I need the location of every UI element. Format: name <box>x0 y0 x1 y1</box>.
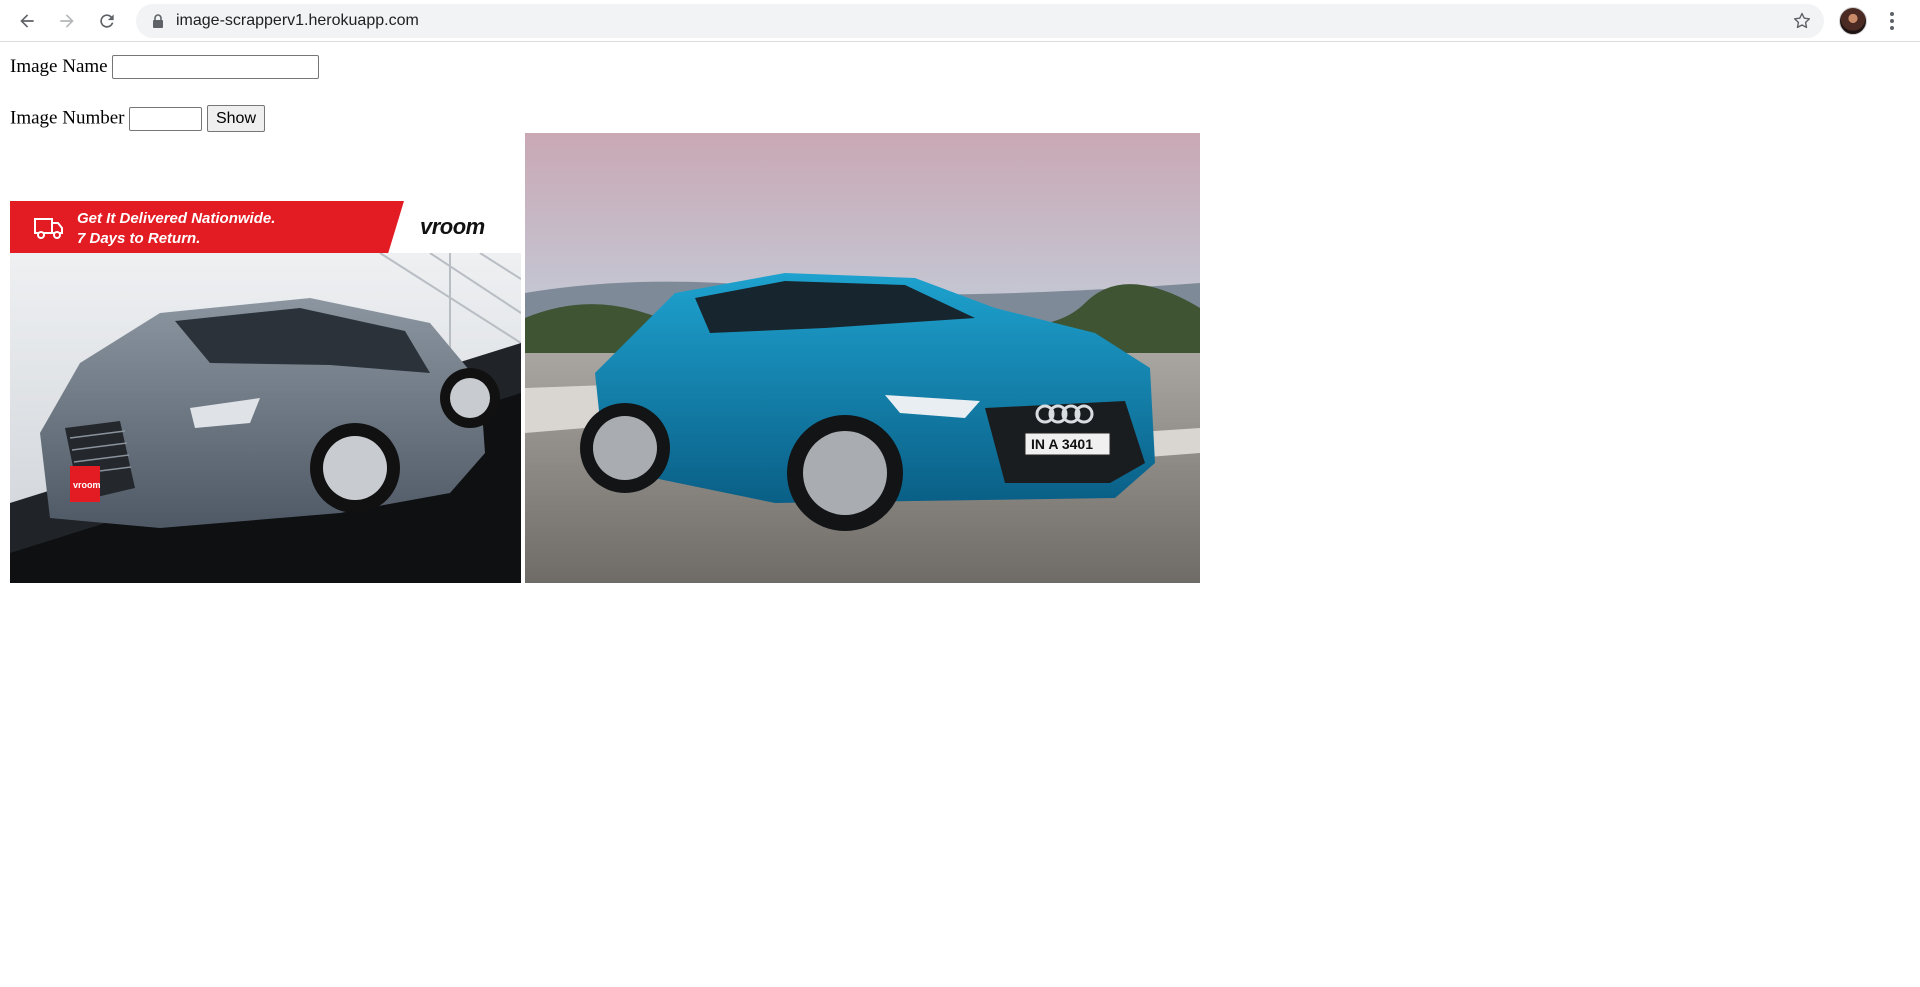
image-number-row: Image Number Show <box>10 105 266 132</box>
browser-menu-icon[interactable] <box>1882 9 1902 33</box>
reload-button[interactable] <box>92 6 122 36</box>
image-name-input[interactable] <box>112 55 320 79</box>
ad-banner: Get It Delivered Nationwide. 7 Days to R… <box>10 201 521 253</box>
license-plate-text: vroom <box>73 480 101 490</box>
license-plate-text: IN A 3401 <box>1031 436 1093 452</box>
browser-toolbar: image-scrapperv1.herokuapp.com <box>0 0 1920 42</box>
show-button[interactable]: Show <box>206 105 266 132</box>
image-number-label: Image Number <box>10 107 125 129</box>
ad-brand-logo: vroom <box>420 214 485 239</box>
image-name-row: Image Name <box>10 55 320 79</box>
image-name-label: Image Name <box>10 56 108 77</box>
profile-avatar[interactable] <box>1839 7 1867 35</box>
result-image-1: Get It Delivered Nationwide. 7 Days to R… <box>10 201 521 583</box>
reload-icon <box>100 14 114 28</box>
image-number-input[interactable] <box>129 106 203 131</box>
ad-tagline: Get It Delivered Nationwide. 7 Days to R… <box>77 210 276 247</box>
bookmark-star-icon[interactable] <box>1792 11 1812 31</box>
forward-button[interactable] <box>52 6 82 36</box>
lock-icon <box>153 14 163 28</box>
address-bar[interactable]: image-scrapperv1.herokuapp.com <box>136 4 1824 38</box>
grey-car-photo: vroom <box>10 253 521 583</box>
arrow-right-icon <box>60 14 74 28</box>
back-button[interactable] <box>12 6 42 36</box>
url-text: image-scrapperv1.herokuapp.com <box>176 12 419 29</box>
result-image-2: IN A 3401 <box>525 133 1200 583</box>
arrow-left-icon <box>20 14 34 28</box>
delivery-truck-icon <box>34 218 63 239</box>
